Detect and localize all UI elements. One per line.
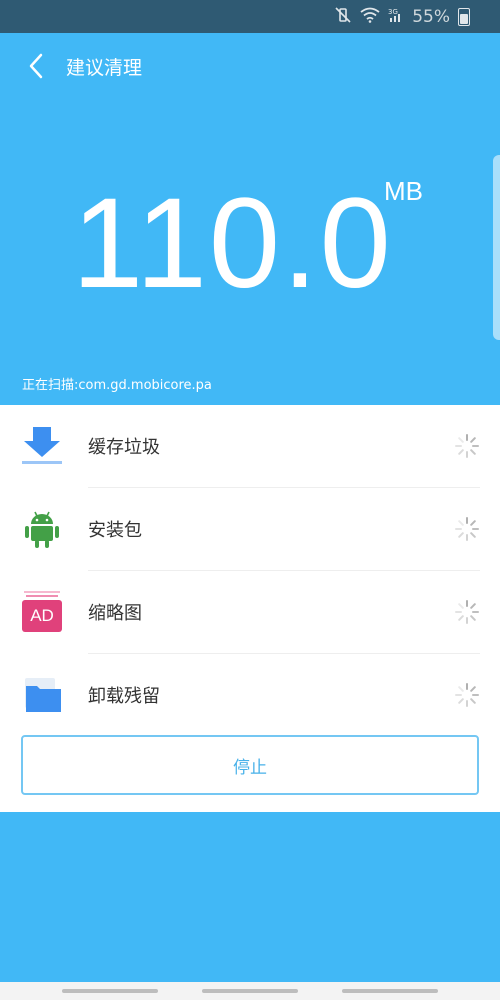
ad-badge-text: AD (22, 591, 62, 632)
battery-percent: 55% (412, 6, 450, 27)
loading-spinner-icon (455, 683, 479, 707)
signal-3g-icon: 3G (388, 7, 404, 27)
app-header: 建议清理 (0, 33, 500, 99)
nav-back-button[interactable] (342, 989, 438, 993)
mute-vibrate-icon (334, 6, 352, 27)
android-icon (21, 508, 63, 550)
list-item-cache-junk[interactable]: 缓存垃圾 (0, 405, 500, 487)
clean-items-panel: 缓存垃圾 安装包 AD 缩略图 卸载残留 停止 (0, 405, 500, 812)
back-button[interactable] (10, 33, 62, 99)
item-label: 缩略图 (88, 603, 142, 624)
list-item-install-packages[interactable]: 安装包 (0, 488, 500, 570)
ad-badge-icon: AD (21, 591, 63, 633)
item-label: 卸载残留 (88, 686, 160, 707)
status-bar: 3G 55% (0, 0, 500, 33)
system-nav-bar (0, 982, 500, 1000)
edge-panel-handle[interactable] (493, 155, 500, 340)
loading-spinner-icon (455, 600, 479, 624)
scan-status-text: 正在扫描:com.gd.mobicore.pa (22, 378, 212, 393)
item-label: 缓存垃圾 (88, 437, 160, 458)
list-item-uninstall-residue[interactable]: 卸载残留 (0, 654, 500, 736)
nav-recents-button[interactable] (62, 989, 158, 993)
page-title: 建议清理 (66, 56, 143, 79)
svg-text:3G: 3G (388, 8, 398, 16)
wifi-icon (360, 7, 380, 27)
folder-icon (21, 674, 63, 716)
list-item-thumbnails[interactable]: AD 缩略图 (0, 571, 500, 653)
scanned-size-unit: MB (384, 176, 423, 206)
loading-spinner-icon (455, 434, 479, 458)
chevron-left-icon (29, 53, 43, 79)
nav-home-button[interactable] (202, 989, 298, 993)
battery-icon (458, 7, 470, 26)
item-label: 安装包 (88, 520, 142, 541)
download-icon (21, 425, 63, 467)
loading-spinner-icon (455, 517, 479, 541)
stop-button[interactable]: 停止 (21, 735, 479, 795)
scanned-size-value: 110.0 (72, 172, 393, 315)
